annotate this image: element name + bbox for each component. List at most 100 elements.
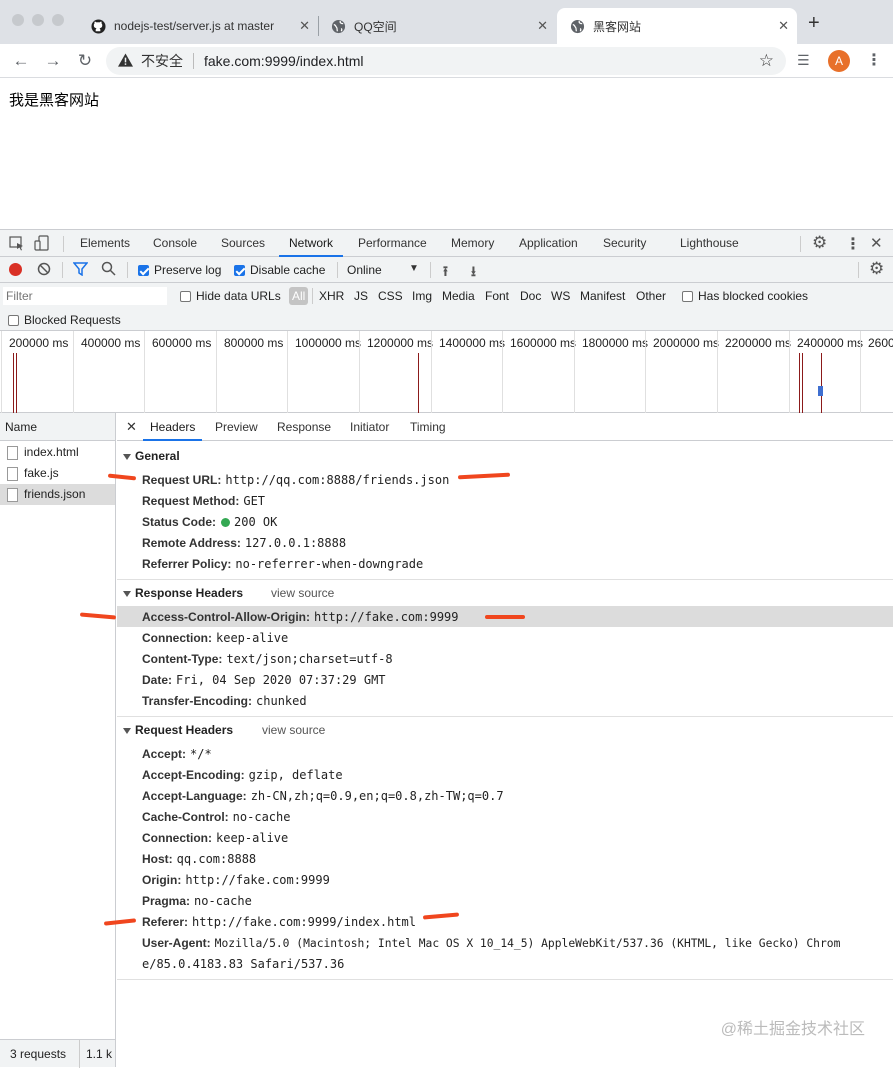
close-detail-icon[interactable]: ✕: [126, 413, 137, 441]
device-toolbar-icon[interactable]: [34, 235, 50, 254]
tab-title: QQ空间: [354, 18, 397, 35]
close-icon[interactable]: ✕: [778, 18, 789, 34]
tab-response[interactable]: Response: [277, 413, 331, 441]
preserve-log-checkbox[interactable]: Preserve log: [138, 263, 221, 277]
timeline-tick-label: 2600: [868, 336, 893, 350]
reload-icon[interactable]: ↻: [74, 50, 96, 72]
header-row: Remote Address:127.0.0.1:8888: [142, 536, 346, 550]
view-source-link[interactable]: view source: [262, 723, 325, 737]
type-filter-js[interactable]: JS: [354, 289, 368, 303]
header-row: Connection:keep-alive: [142, 831, 288, 845]
triangle-down-icon: [123, 728, 131, 734]
response-headers-section-toggle[interactable]: Response Headers: [123, 586, 243, 600]
request-row-index-html[interactable]: index.html: [0, 442, 115, 463]
menu-dots-icon[interactable]: ⋮: [866, 50, 882, 70]
devtools-tabbar: Elements Console Sources Network Perform…: [0, 229, 893, 257]
header-row: Connection:keep-alive: [142, 631, 288, 645]
blocked-requests-label: Blocked Requests: [24, 313, 121, 327]
tab-lighthouse[interactable]: Lighthouse: [680, 230, 739, 257]
close-icon[interactable]: ✕: [299, 18, 310, 34]
section-title: General: [135, 449, 180, 463]
browser-tab-strip: nodejs-test/server.js at master ✕ QQ空间 ✕…: [0, 0, 893, 44]
filter-icon[interactable]: [73, 262, 88, 279]
gear-icon[interactable]: ⚙: [812, 233, 827, 253]
record-icon[interactable]: [9, 263, 22, 276]
tab-initiator[interactable]: Initiator: [350, 413, 389, 441]
timeline-gridline: [287, 331, 288, 413]
timeline-event-marker: [802, 353, 803, 413]
network-settings-gear-icon[interactable]: ⚙: [869, 259, 884, 279]
disable-cache-checkbox[interactable]: Disable cache: [234, 263, 325, 277]
import-har-icon[interactable]: ⭱: [443, 261, 448, 285]
tab-headers[interactable]: Headers: [143, 413, 202, 441]
timeline-event-marker: [418, 353, 419, 413]
clear-icon[interactable]: [37, 262, 51, 279]
status-ok-dot-icon: [221, 518, 230, 527]
window-maximize-button[interactable]: [52, 14, 64, 26]
request-row-fake-js[interactable]: fake.js: [0, 463, 115, 484]
request-row-friends-json[interactable]: friends.json: [0, 484, 115, 505]
type-filter-media[interactable]: Media: [442, 289, 475, 303]
forward-arrow-icon[interactable]: →: [42, 50, 64, 72]
hide-data-urls-checkbox[interactable]: Hide data URLs: [180, 289, 281, 303]
section-title: Request Headers: [135, 723, 233, 737]
header-row: User-Agent:Mozilla/5.0 (Macintosh; Intel…: [142, 936, 887, 950]
chevron-down-icon[interactable]: ▼: [409, 263, 419, 274]
tab-security[interactable]: Security: [603, 230, 646, 257]
type-filter-xhr[interactable]: XHR: [319, 289, 344, 303]
has-blocked-cookies-checkbox[interactable]: Has blocked cookies: [682, 289, 808, 303]
tab-elements[interactable]: Elements: [80, 230, 130, 257]
tab-timing[interactable]: Timing: [410, 413, 446, 441]
type-filter-doc[interactable]: Doc: [520, 289, 541, 303]
window-minimize-button[interactable]: [32, 14, 44, 26]
tab-sources[interactable]: Sources: [221, 230, 265, 257]
search-icon[interactable]: [101, 261, 116, 279]
timeline-gridline: [860, 331, 861, 413]
blocked-requests-checkbox[interactable]: Blocked Requests: [8, 313, 121, 327]
window-close-button[interactable]: [12, 14, 24, 26]
document-icon: [7, 467, 18, 481]
name-column-header[interactable]: Name: [0, 413, 115, 441]
tab-memory[interactable]: Memory: [451, 230, 494, 257]
browser-tab-hacker[interactable]: 黑客网站 ✕: [557, 8, 797, 44]
tab-preview[interactable]: Preview: [215, 413, 258, 441]
filter-input[interactable]: [3, 287, 167, 305]
tab-performance[interactable]: Performance: [358, 230, 427, 257]
export-har-icon[interactable]: ⭳: [471, 261, 476, 285]
tab-application[interactable]: Application: [519, 230, 578, 257]
type-filter-font[interactable]: Font: [485, 289, 509, 303]
new-tab-button[interactable]: +: [808, 12, 820, 35]
type-filter-css[interactable]: CSS: [378, 289, 403, 303]
security-label[interactable]: 不安全: [141, 51, 183, 71]
page-heading: 我是黑客网站: [9, 89, 99, 110]
close-icon[interactable]: ✕: [537, 18, 548, 34]
reading-list-icon[interactable]: ☰: [797, 52, 815, 70]
type-filter-img[interactable]: Img: [412, 289, 432, 303]
browser-toolbar: ← → ↻ 不安全 fake.com:9999/index.html ☆ ☰ A…: [0, 44, 893, 78]
timeline-gridline: [574, 331, 575, 413]
timeline-tick-label: 600000 ms: [152, 336, 211, 350]
request-headers-section-toggle[interactable]: Request Headers: [123, 723, 233, 737]
view-source-link[interactable]: view source: [271, 586, 334, 600]
type-filter-ws[interactable]: WS: [551, 289, 570, 303]
browser-tab-qq[interactable]: QQ空间 ✕: [318, 8, 556, 44]
avatar[interactable]: A: [828, 50, 850, 72]
inspect-element-icon[interactable]: [9, 236, 25, 254]
timeline-event-marker: [821, 353, 822, 413]
throttle-select[interactable]: Online: [347, 263, 382, 277]
tab-network[interactable]: Network: [279, 230, 343, 257]
network-overview-timeline[interactable]: 200000 ms400000 ms600000 ms800000 ms1000…: [0, 331, 893, 413]
star-icon[interactable]: ☆: [759, 51, 774, 71]
general-section-toggle[interactable]: General: [123, 449, 180, 463]
address-bar[interactable]: 不安全 fake.com:9999/index.html ☆: [106, 47, 786, 75]
tab-console[interactable]: Console: [153, 230, 197, 257]
type-filter-manifest[interactable]: Manifest: [580, 289, 625, 303]
type-filter-all[interactable]: All: [289, 287, 308, 305]
more-options-icon[interactable]: ⋮: [845, 234, 861, 254]
url-text[interactable]: fake.com:9999/index.html: [204, 53, 364, 69]
close-devtools-icon[interactable]: ✕: [870, 234, 883, 252]
timeline-event-marker: [799, 353, 800, 413]
back-arrow-icon[interactable]: ←: [10, 50, 32, 72]
type-filter-other[interactable]: Other: [636, 289, 666, 303]
browser-tab-github[interactable]: nodejs-test/server.js at master ✕: [78, 8, 318, 44]
